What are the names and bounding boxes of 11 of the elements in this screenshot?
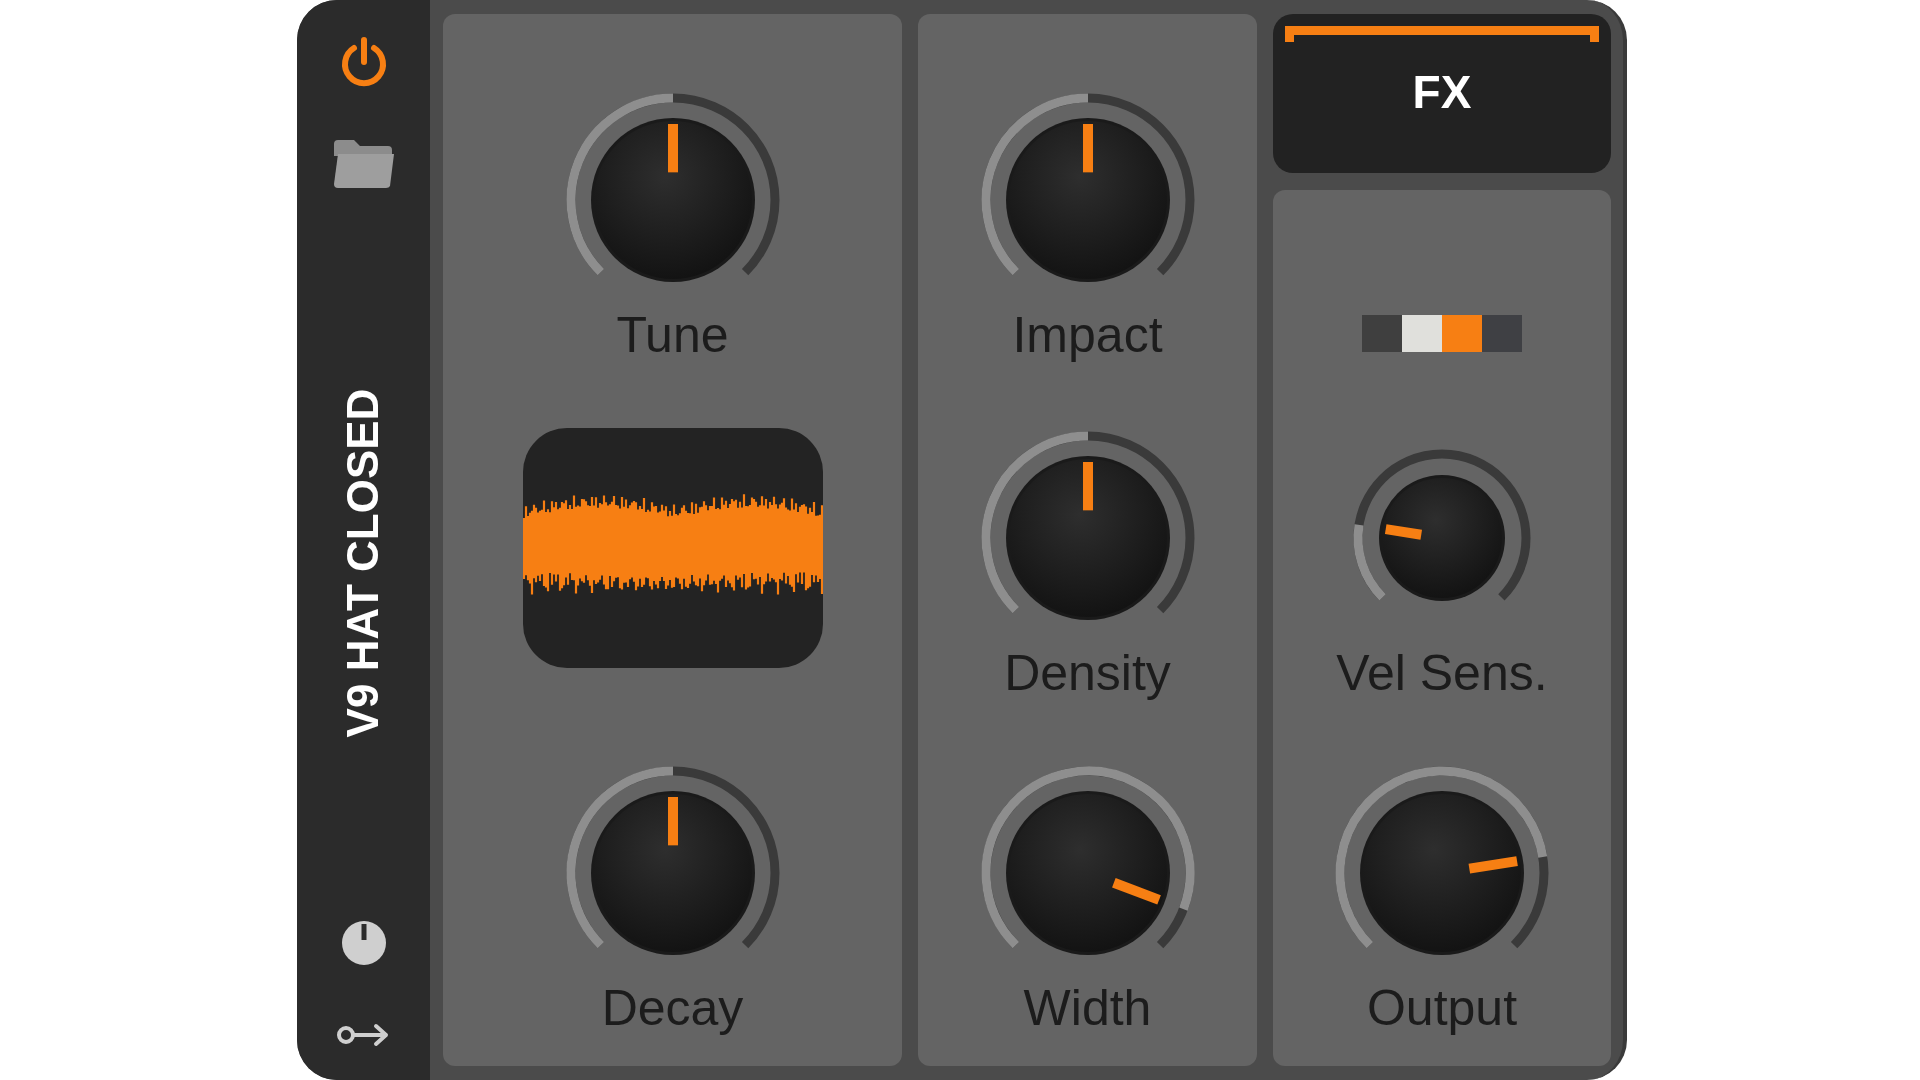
knob-label: Output [1366,980,1518,1036]
folder-icon[interactable] [331,138,396,190]
knob-label: Vel Sens. [1336,645,1548,701]
knob-label: Tune [616,307,729,363]
fx-button[interactable]: FX [1273,14,1611,173]
knob-label: Impact [1012,307,1163,363]
knob-label: Decay [601,980,744,1036]
gauge-icon[interactable] [340,920,387,966]
knob-label: Density [1004,645,1171,701]
knob-label: Width [1023,980,1152,1036]
preset-title: V9 HAT CLOSED [337,388,389,738]
